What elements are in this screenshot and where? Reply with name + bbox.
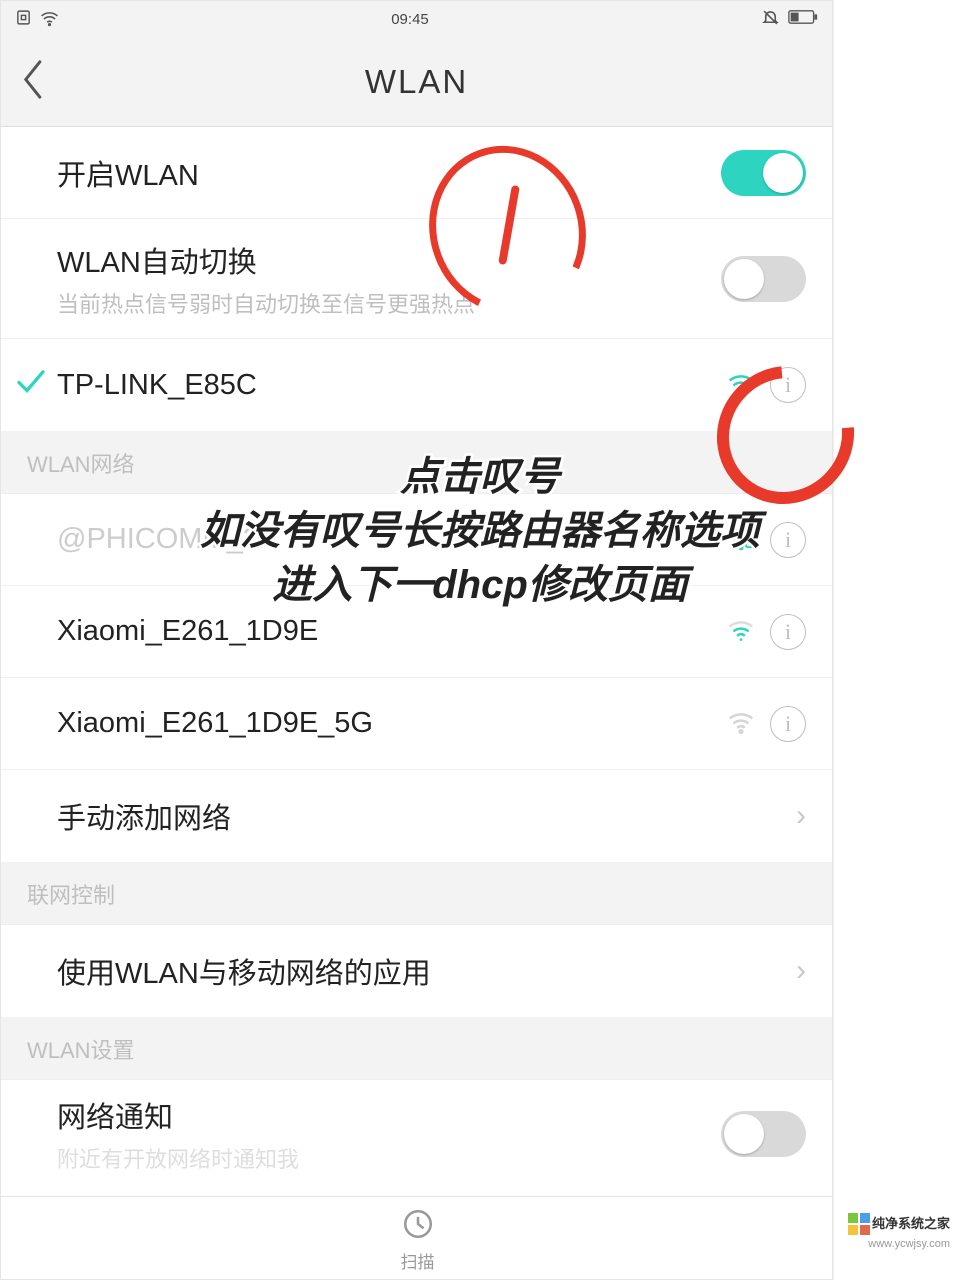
row-label: 使用WLAN与移动网络的应用 xyxy=(57,950,796,992)
row-label: 开启WLAN xyxy=(57,152,721,194)
wifi-icon xyxy=(726,522,756,557)
row-network[interactable]: Xiaomi_E261_1D9E i xyxy=(1,586,832,678)
bell-icon xyxy=(761,8,780,31)
info-icon[interactable]: i xyxy=(770,367,806,403)
network-ssid: @PHICOMM_2A xyxy=(57,523,726,556)
chevron-right-icon: › xyxy=(796,799,806,833)
row-manual-add[interactable]: 手动添加网络 › xyxy=(1,770,832,862)
wifi-icon xyxy=(726,706,756,741)
row-auto-switch[interactable]: WLAN自动切换 当前热点信号弱时自动切换至信号更强热点 xyxy=(1,219,832,339)
watermark-logo: 纯净系统之家 xyxy=(848,1213,950,1235)
scan-icon[interactable] xyxy=(401,1207,435,1246)
back-button[interactable] xyxy=(21,59,47,104)
row-label: WLAN自动切换 xyxy=(57,239,721,281)
info-icon[interactable]: i xyxy=(770,522,806,558)
status-bar: 09:45 xyxy=(1,1,832,37)
toggle-notification[interactable] xyxy=(721,1111,806,1157)
row-sublabel: 当前热点信号弱时自动切换至信号更强热点 xyxy=(57,287,721,319)
row-sublabel: 附近有开放网络时通知我 xyxy=(57,1142,721,1174)
section-header-networks: WLAN网络 xyxy=(1,431,832,494)
toggle-wlan[interactable] xyxy=(721,150,806,196)
row-network[interactable]: @PHICOMM_2A i xyxy=(1,494,832,586)
row-connected-network[interactable]: TP-LINK_E85C i xyxy=(1,339,832,431)
info-icon[interactable]: i xyxy=(770,614,806,650)
chevron-right-icon: › xyxy=(796,954,806,988)
status-time: 09:45 xyxy=(391,11,429,28)
scan-label[interactable]: 扫描 xyxy=(401,1248,435,1273)
wifi-status-icon xyxy=(40,8,59,31)
side-strip xyxy=(833,0,960,1280)
watermark-name: 纯净系统之家 xyxy=(872,1217,950,1231)
row-label: 手动添加网络 xyxy=(57,795,796,837)
row-app-control[interactable]: 使用WLAN与移动网络的应用 › xyxy=(1,925,832,1017)
row-network[interactable]: Xiaomi_E261_1D9E_5G i xyxy=(1,678,832,770)
info-icon[interactable]: i xyxy=(770,706,806,742)
toggle-auto-switch[interactable] xyxy=(721,256,806,302)
page-title: WLAN xyxy=(365,63,468,101)
connected-ssid: TP-LINK_E85C xyxy=(57,369,726,402)
watermark-url: www.ycwjsy.com xyxy=(868,1238,950,1250)
navbar: WLAN xyxy=(1,37,832,127)
bottom-bar: 扫描 xyxy=(1,1196,833,1279)
battery-icon xyxy=(788,9,818,29)
section-header-settings: WLAN设置 xyxy=(1,1017,832,1080)
check-icon xyxy=(15,367,47,404)
row-label: 网络通知 xyxy=(57,1094,721,1136)
row-notification[interactable]: 网络通知 附近有开放网络时通知我 xyxy=(1,1080,832,1188)
wifi-icon xyxy=(726,614,756,649)
section-header-control: 联网控制 xyxy=(1,862,832,925)
network-ssid: Xiaomi_E261_1D9E xyxy=(57,615,726,648)
row-enable-wlan[interactable]: 开启WLAN xyxy=(1,127,832,219)
network-ssid: Xiaomi_E261_1D9E_5G xyxy=(57,707,726,740)
wifi-icon xyxy=(726,368,756,403)
sim-icon xyxy=(15,9,32,30)
